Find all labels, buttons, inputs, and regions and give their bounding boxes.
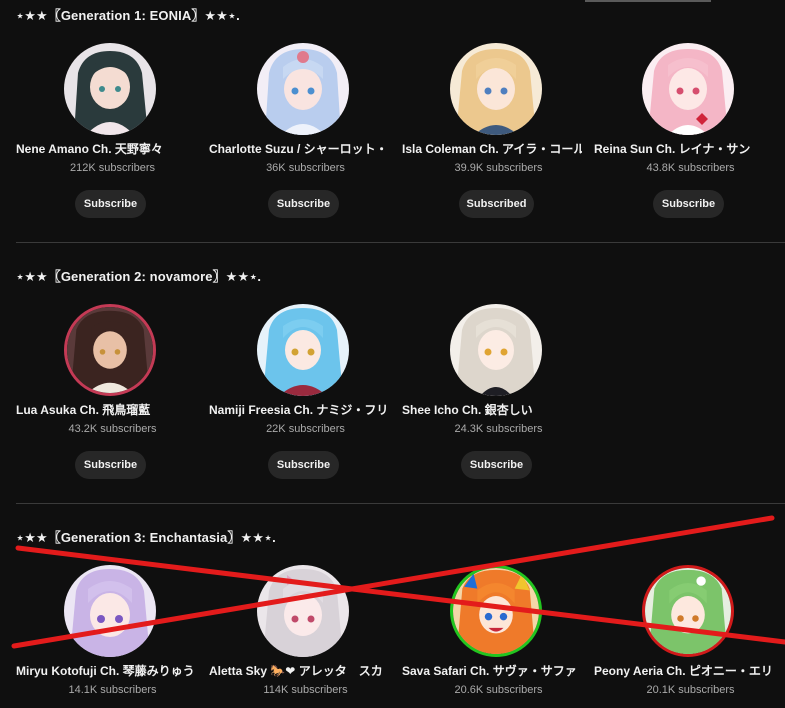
subscribe-button[interactable]: Subscribe — [75, 190, 146, 218]
subscribe-button[interactable]: Subscribe — [268, 451, 339, 479]
channel-name[interactable]: Sava Safari Ch. サヴァ・サファ — [402, 662, 582, 679]
avatar[interactable] — [257, 304, 349, 396]
channel-name[interactable]: Reina Sun Ch. レイナ・サン — [594, 140, 774, 157]
subscriber-count: 24.3K subscribers — [454, 423, 543, 435]
avatar[interactable] — [64, 304, 156, 396]
subscribe-button[interactable]: Subscribe — [75, 451, 146, 479]
subscriber-count: 20.1K subscribers — [646, 684, 735, 696]
avatar[interactable] — [450, 304, 542, 396]
subscriber-count: 114K subscribers — [263, 684, 348, 696]
channel-name[interactable]: Charlotte Suzu / シャーロット・ — [209, 140, 389, 157]
channel-name[interactable]: Namiji Freesia Ch. ナミジ・フリ — [209, 401, 389, 418]
top-scroll-indicator — [585, 0, 711, 2]
subscriber-count: 212K subscribers — [70, 162, 155, 174]
channel-name[interactable]: Lua Asuka Ch. 飛鳥瑠藍 — [16, 401, 196, 418]
subscriber-count: 20.6K subscribers — [454, 684, 543, 696]
channel-name[interactable]: Miryu Kotofuji Ch. 琴藤みりゅう — [16, 662, 196, 679]
avatar[interactable] — [64, 565, 156, 657]
subscriber-count: 39.9K subscribers — [454, 162, 543, 174]
section-title: ⋆★★〖Generation 2: novamore〗★★⋆. — [16, 269, 262, 284]
subscribe-button[interactable]: Subscribe — [268, 190, 339, 218]
avatar[interactable] — [450, 43, 542, 135]
subscribe-button[interactable]: Subscribe — [461, 451, 532, 479]
subscriber-count: 14.1K subscribers — [68, 684, 157, 696]
avatar[interactable] — [257, 43, 349, 135]
subscriber-count: 43.2K subscribers — [68, 423, 157, 435]
avatar[interactable] — [642, 43, 734, 135]
subscribe-button[interactable]: Subscribe — [653, 190, 724, 218]
avatar[interactable] — [450, 565, 542, 657]
section-title: ⋆★★〖Generation 3: Enchantasia〗★★⋆. — [16, 530, 276, 545]
subscriber-count: 43.8K subscribers — [646, 162, 735, 174]
section-divider — [16, 242, 785, 243]
channel-name[interactable]: Shee Icho Ch. 銀杏しい — [402, 401, 582, 418]
avatar[interactable] — [642, 565, 734, 657]
avatar[interactable] — [64, 43, 156, 135]
section-divider — [16, 503, 785, 504]
channel-name[interactable]: Aletta Sky 🐎❤ アレッタ スカ — [209, 662, 389, 679]
channel-name[interactable]: Nene Amano Ch. 天野寧々 — [16, 140, 196, 157]
channel-name[interactable]: Isla Coleman Ch. アイラ・コール — [402, 140, 582, 157]
subscriber-count: 36K subscribers — [266, 162, 345, 174]
subscriber-count: 22K subscribers — [266, 423, 345, 435]
subscribed-button[interactable]: Subscribed — [459, 190, 534, 218]
channel-name[interactable]: Peony Aeria Ch. ピオニー・エリ — [594, 662, 774, 679]
section-title: ⋆★★〖Generation 1: EONIA〗★★⋆. — [16, 8, 240, 23]
avatar[interactable] — [257, 565, 349, 657]
